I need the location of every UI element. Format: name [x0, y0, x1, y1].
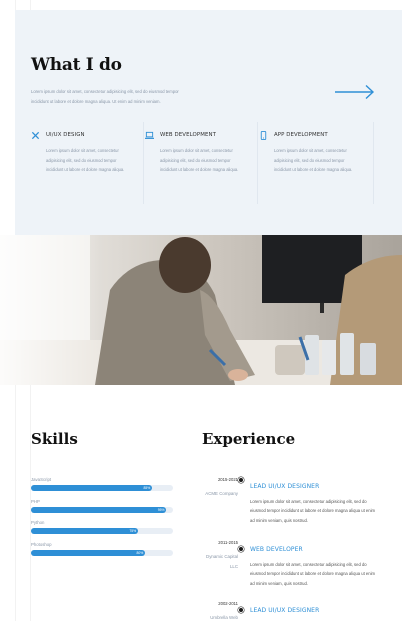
skill-bar-fill — [31, 550, 145, 556]
skill-percent: 80% — [136, 551, 144, 555]
service-web-development: WEB DEVELOPMENT Lorem ipsum dolor sit am… — [145, 130, 255, 175]
timeline-dot — [238, 477, 244, 483]
laptop-icon — [145, 131, 154, 139]
skill-name: JavaScript — [31, 477, 52, 482]
experience-date: 2002-2011 — [218, 601, 238, 606]
experience-company: ACME Company — [205, 491, 238, 496]
what-i-do-section: What I do Lorem ipsum dolor sit amet, co… — [15, 10, 402, 235]
skill-bar-fill — [31, 485, 152, 491]
skills-title: Skills — [31, 430, 78, 448]
skill-bar: 95% — [31, 507, 173, 513]
skill-percent: 95% — [157, 508, 165, 512]
service-text: Lorem ipsum dolor sit amet, consectetur … — [274, 148, 353, 172]
service-name: WEB DEVELOPMENT — [160, 132, 216, 138]
skill-name: Photoshop — [31, 542, 52, 547]
mobile-icon — [260, 130, 267, 140]
skill-bar-fill — [31, 507, 166, 513]
service-name: UI/UX DESIGN — [46, 132, 85, 138]
skill-percent: 75% — [129, 529, 137, 533]
timeline-dot — [238, 607, 244, 613]
divider — [373, 122, 374, 204]
service-ui-ux-design: UI/UX DESIGN Lorem ipsum dolor sit amet,… — [31, 130, 141, 175]
skill-item: JavaScript 85% — [31, 477, 173, 491]
office-photo — [0, 235, 402, 385]
skill-bar-fill — [31, 528, 138, 534]
divider — [143, 122, 144, 204]
experience-date: 2015-2021 — [217, 477, 238, 482]
experience-company: Umbrella Web — [210, 615, 238, 620]
tools-icon — [31, 131, 40, 139]
skill-bar: 80% — [31, 550, 173, 556]
timeline-dot — [238, 546, 244, 552]
what-i-do-description: Lorem ipsum dolor sit amet, consectetur … — [31, 89, 179, 104]
skill-bar: 85% — [31, 485, 173, 491]
what-i-do-title: What I do — [31, 55, 122, 75]
experience-description: Lorem ipsum dolor sit amet, consectetur … — [250, 499, 376, 523]
workspace-photo-image — [0, 235, 402, 385]
service-app-development: APP DEVELOPMENT Lorem ipsum dolor sit am… — [259, 130, 369, 175]
skill-item: Photoshop 80% — [31, 542, 173, 556]
arrow-right-icon[interactable] — [335, 84, 375, 100]
skill-name: Python — [31, 520, 45, 525]
experience-description: Lorem ipsum dolor sit amet, consectetur … — [250, 562, 376, 586]
experience-title: Experience — [202, 430, 296, 448]
service-name: APP DEVELOPMENT — [274, 132, 328, 138]
experience-role[interactable]: LEAD UI/UX DESIGNER — [250, 607, 319, 614]
experience-role[interactable]: WEB DEVELOPER — [250, 546, 303, 553]
skill-item: PHP 95% — [31, 499, 173, 513]
skill-percent: 85% — [143, 486, 151, 490]
skill-bar: 75% — [31, 528, 173, 534]
service-text: Lorem ipsum dolor sit amet, consectetur … — [46, 148, 125, 172]
experience-date: 2011-2015 — [218, 540, 238, 545]
experience-role[interactable]: LEAD UI/UX DESIGNER — [250, 483, 319, 490]
divider — [257, 122, 258, 204]
service-text: Lorem ipsum dolor sit amet, consectetur … — [160, 148, 239, 172]
skill-item: Python 75% — [31, 520, 173, 534]
skill-name: PHP — [31, 499, 40, 504]
experience-company: Dynamic Capital LLC — [206, 554, 238, 569]
